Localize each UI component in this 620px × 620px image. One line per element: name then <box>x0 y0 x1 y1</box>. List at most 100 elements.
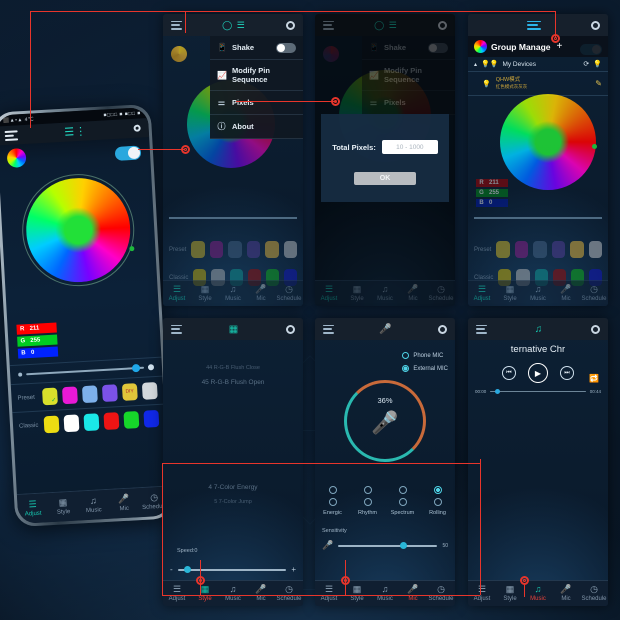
nav-item-adjust[interactable]: ☰ Adjust <box>315 584 343 602</box>
nav-item-schedule[interactable]: ◷ Schedule <box>580 584 608 602</box>
gear-icon[interactable] <box>438 324 447 334</box>
mic-mode-spectrum[interactable]: Spectrum <box>385 486 420 516</box>
next-button[interactable]: ⏭ <box>560 366 574 380</box>
nav-item-mic[interactable]: 🎤 Mic <box>552 584 580 602</box>
nav-item-style[interactable]: ▦ Style <box>496 284 524 302</box>
menu-item-about[interactable]: ⓘ About <box>210 115 303 139</box>
record-dot-icon[interactable] <box>133 124 141 132</box>
preset-swatch[interactable] <box>533 241 547 258</box>
nav-item-music[interactable]: ♫ Music <box>219 284 247 302</box>
effect-item[interactable]: 5 7-Color Jump <box>163 495 303 509</box>
radio-icon[interactable] <box>328 486 337 494</box>
color-wheel-handle[interactable] <box>129 246 135 252</box>
hamburger-icon[interactable] <box>4 129 19 141</box>
nav-item-adjust[interactable]: ☰ Adjust <box>468 284 496 302</box>
play-button[interactable]: ▶ <box>528 363 548 383</box>
list-icon[interactable] <box>323 324 334 334</box>
microphone-icon[interactable]: 🎤 <box>371 410 398 436</box>
nav-item-schedule[interactable]: ◷ Schedule <box>275 584 303 602</box>
preset-swatch[interactable] <box>191 241 205 258</box>
nav-item-adjust[interactable]: ☰ Adjust <box>468 584 496 602</box>
brightness-track[interactable] <box>26 363 145 376</box>
radio-selected-icon[interactable] <box>402 365 410 372</box>
classic-swatch[interactable] <box>83 413 100 432</box>
add-group-button[interactable]: + <box>557 41 563 52</box>
color-wheel[interactable] <box>500 94 596 190</box>
hamburger-icon[interactable] <box>171 20 182 30</box>
mic-mode-energic[interactable]: Energic <box>315 486 350 516</box>
preset-swatch[interactable] <box>496 241 510 258</box>
mic-source-phone[interactable]: Phone MIC <box>402 352 448 359</box>
bulb-group-icon[interactable]: 💡 <box>593 60 602 68</box>
list-icon[interactable] <box>171 324 182 334</box>
mic-source-external[interactable]: External MIC <box>402 365 448 372</box>
sensitivity-slider[interactable]: 🎤 50 <box>322 540 448 551</box>
refresh-icon[interactable]: ⟳ <box>583 60 589 68</box>
radio-selected-icon[interactable] <box>433 486 442 494</box>
effect-item[interactable]: 4 7-Color Energy <box>163 480 303 495</box>
effect-item[interactable]: 45 R-G-B Flush Open <box>163 375 303 390</box>
speed-thumb[interactable] <box>183 565 191 573</box>
preset-swatch[interactable] <box>588 241 603 258</box>
nav-item-music[interactable]: ♫ Music <box>371 284 399 302</box>
nav-item-mic[interactable]: 🎤 Mic <box>399 284 427 302</box>
nav-item-mic[interactable]: 🎤 Mic <box>399 584 427 602</box>
pencil-icon[interactable]: ✎ <box>595 79 602 88</box>
radio-icon[interactable] <box>402 352 410 359</box>
nav-item-music[interactable]: ♫ Music <box>78 495 109 515</box>
speed-track[interactable] <box>177 565 287 573</box>
preset-swatch[interactable] <box>514 241 529 258</box>
menu-item-pixels[interactable]: ⚌ Pixels <box>210 91 303 115</box>
preset-swatch[interactable] <box>141 381 158 400</box>
nav-item-schedule[interactable]: ◷ Schedule <box>275 284 303 302</box>
nav-item-adjust[interactable]: ☰ Adjust <box>163 584 191 602</box>
nav-item-schedule[interactable]: ◷ Schedule <box>427 284 455 302</box>
nav-item-style[interactable]: ▦ Style <box>343 584 371 602</box>
nav-item-style[interactable]: ▦ Style <box>191 584 219 602</box>
dialog-ok-button[interactable]: OK <box>354 172 416 185</box>
power-toggle[interactable] <box>114 145 142 161</box>
nav-item-mic[interactable]: 🎤 Mic <box>108 493 139 513</box>
preset-swatch[interactable] <box>570 241 584 258</box>
preset-swatch[interactable] <box>101 384 118 403</box>
speed-slider[interactable]: - + <box>163 559 303 580</box>
previous-button[interactable]: ⏮ <box>502 366 516 380</box>
effect-item[interactable]: 44 R-G-B Flush Close <box>163 361 303 375</box>
radio-icon[interactable] <box>328 498 337 506</box>
gear-icon[interactable] <box>591 324 600 334</box>
nav-item-mic[interactable]: 🎤 Mic <box>247 284 275 302</box>
nav-item-music[interactable]: ♫ Music <box>524 284 552 302</box>
preset-swatch[interactable] <box>551 241 566 258</box>
nav-item-mic[interactable]: 🎤 Mic <box>552 284 580 302</box>
speed-plus-button[interactable]: + <box>291 565 296 574</box>
preset-swatch[interactable] <box>228 241 242 258</box>
nav-item-music[interactable]: ♫ Music <box>371 584 399 602</box>
preset-swatch[interactable] <box>209 241 224 258</box>
radio-icon[interactable] <box>363 498 372 506</box>
nav-item-adjust[interactable]: ☰ Adjust <box>17 499 48 518</box>
menu-item-modify-pin-sequence[interactable]: 📈 Modify Pin Sequence <box>210 60 303 91</box>
gear-icon[interactable] <box>591 20 600 30</box>
nav-item-mic[interactable]: 🎤 Mic <box>247 584 275 602</box>
sensitivity-track[interactable] <box>338 541 438 549</box>
brightness-slider[interactable] <box>169 217 297 219</box>
brightness-thumb[interactable] <box>131 363 141 373</box>
nav-item-style[interactable]: ▦ Style <box>496 584 524 602</box>
nav-item-adjust[interactable]: ☰ Adjust <box>315 284 343 302</box>
classic-swatch[interactable] <box>103 412 120 430</box>
sensitivity-thumb[interactable] <box>399 541 407 549</box>
color-preview-ball[interactable] <box>171 46 187 62</box>
device-group-row[interactable]: ▴ 💡💡 My Devices ⟳ 💡 <box>468 57 608 72</box>
color-preview-ball[interactable] <box>474 40 487 53</box>
classic-swatch[interactable] <box>143 409 160 428</box>
nav-item-music[interactable]: ♫ Music <box>219 584 247 602</box>
radio-icon[interactable] <box>363 486 372 494</box>
preset-swatch[interactable] <box>81 385 98 404</box>
color-wheel-handle[interactable] <box>592 144 597 149</box>
preset-swatch[interactable] <box>61 386 78 405</box>
preset-swatch[interactable] <box>265 241 279 258</box>
radio-icon[interactable] <box>398 498 407 506</box>
preset-swatch[interactable]: ✓ <box>41 387 58 406</box>
preset-swatch[interactable]: DIY <box>121 383 138 401</box>
classic-swatch[interactable] <box>43 415 60 434</box>
